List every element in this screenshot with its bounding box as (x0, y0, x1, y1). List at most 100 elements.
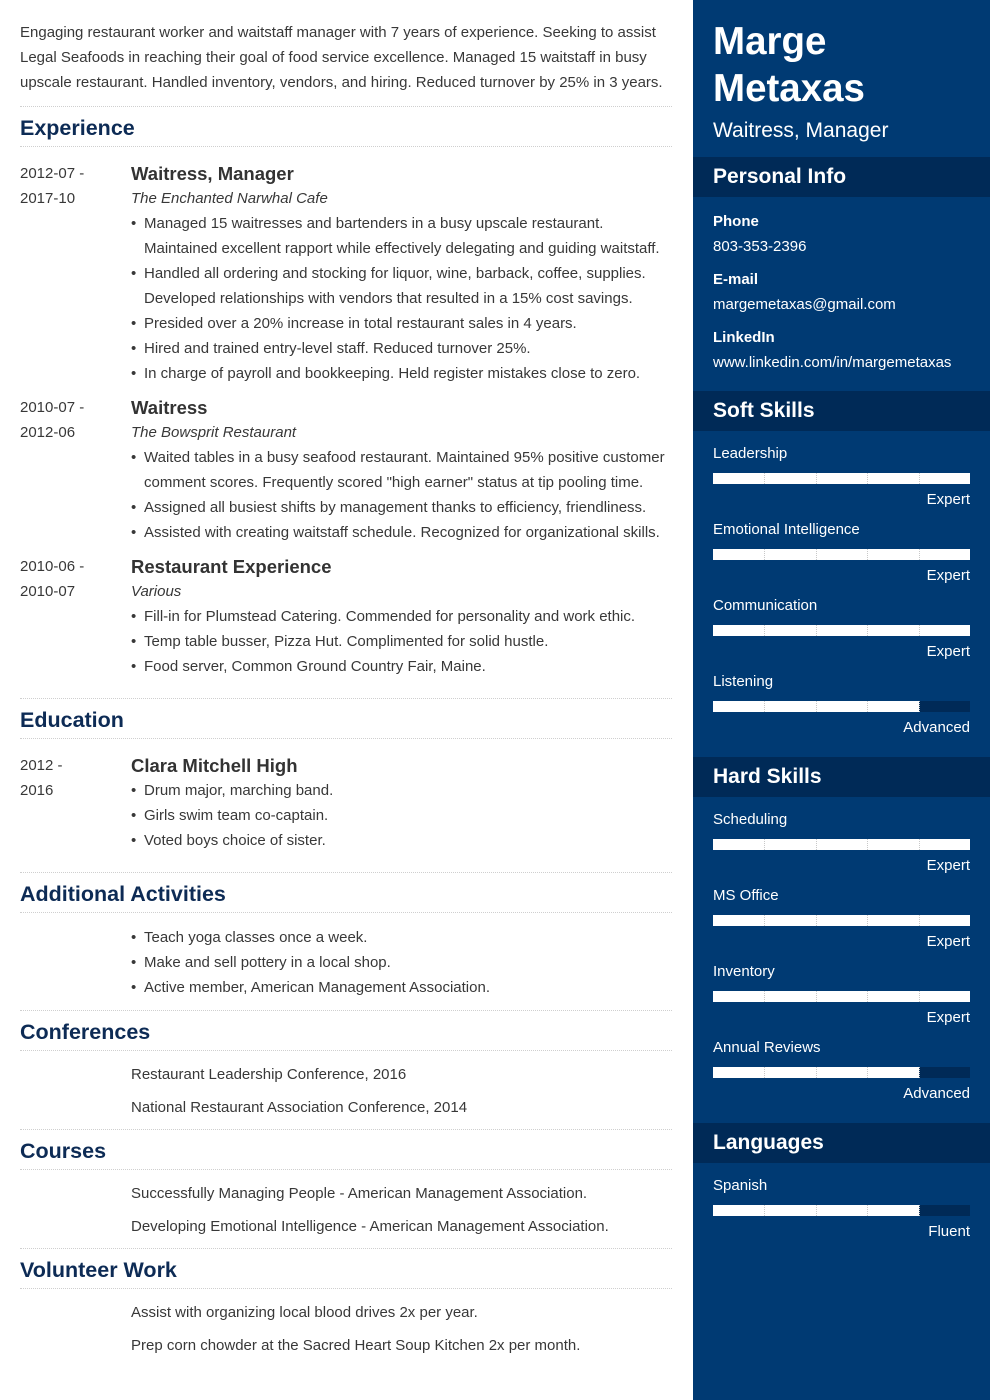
languages-heading: Languages (693, 1123, 990, 1163)
skill-bar-divider (918, 915, 920, 926)
skill-item: Leadership Expert (713, 443, 970, 511)
skill-level-bar (713, 1205, 970, 1216)
email-value[interactable]: margemetaxas@gmail.com (713, 292, 970, 317)
experience-entry: 2012-07 - 2017-10 Waitress, Manager The … (20, 161, 672, 386)
skill-bar-divider (815, 473, 817, 484)
bullet-item: In charge of payroll and bookkeeping. He… (131, 361, 672, 386)
course-item: Developing Emotional Intelligence - Amer… (131, 1218, 609, 1235)
date-end: 2010-07 (20, 583, 76, 600)
volunteer-item: Assist with organizing local blood drive… (131, 1304, 478, 1321)
date-start: 2010-07 - (20, 399, 85, 416)
conferences-heading: Conferences (20, 1011, 672, 1051)
candidate-role: Waitress, Manager (713, 119, 889, 142)
first-name: Marge (713, 20, 827, 63)
skill-item: Scheduling Expert (713, 809, 970, 877)
courses-section: Successfully Managing People - American … (20, 1170, 672, 1249)
skill-bar-divider (764, 701, 766, 712)
skill-level-label: Fluent (928, 1223, 970, 1240)
volunteer-section: Assist with organizing local blood drive… (20, 1289, 672, 1372)
job-bullets: Managed 15 waitresses and bartenders in … (131, 211, 672, 386)
conferences-section: Restaurant Leadership Conference, 2016 N… (20, 1051, 672, 1130)
skill-bar-divider (764, 839, 766, 850)
experience-section: 2012-07 - 2017-10 Waitress, Manager The … (20, 147, 672, 699)
bullet-item: Drum major, marching band. (131, 778, 672, 803)
bullet-item: Fill-in for Plumstead Catering. Commende… (131, 604, 672, 629)
date-start: 2010-06 - (20, 558, 85, 575)
last-name: Metaxas (713, 67, 865, 110)
bullet-item: Food server, Common Ground Country Fair,… (131, 654, 672, 679)
skill-level-bar (713, 625, 970, 636)
skill-bar-divider (764, 549, 766, 560)
volunteer-heading: Volunteer Work (20, 1249, 672, 1289)
bullet-item: Active member, American Management Assoc… (131, 975, 672, 1000)
date-start: 2012 - (20, 757, 63, 774)
skill-bar-divider (815, 839, 817, 850)
employer-name: The Enchanted Narwhal Cafe (131, 190, 328, 207)
skill-level-bar (713, 701, 970, 712)
date-end: 2012-06 (20, 424, 76, 441)
bullet-item: Teach yoga classes once a week. (131, 925, 672, 950)
job-bullets: Waited tables in a busy seafood restaura… (131, 445, 672, 545)
bullet-item: Temp table busser, Pizza Hut. Compliment… (131, 629, 672, 654)
bullet-item: Handled all ordering and stocking for li… (131, 261, 672, 311)
volunteer-item: Prep corn chowder at the Sacred Heart So… (131, 1337, 581, 1354)
main-column: Engaging restaurant worker and waitstaff… (20, 0, 672, 1372)
email-label: E-mail (713, 271, 759, 288)
skill-bar-divider (867, 839, 869, 850)
skill-bar-divider (815, 991, 817, 1002)
skill-level-label: Advanced (903, 719, 970, 736)
personal-info: Phone 803-353-2396 E-mail margemetaxas@g… (693, 197, 990, 391)
skill-level-bar-fill (713, 839, 970, 850)
bullet-item: Assisted with creating waitstaff schedul… (131, 520, 672, 545)
skill-name: Scheduling (713, 811, 788, 828)
skill-bar-divider (918, 991, 920, 1002)
skill-level-label: Expert (926, 643, 970, 660)
linkedin-value[interactable]: www.linkedin.com/in/margemetaxas (713, 350, 970, 375)
phone-value: 803-353-2396 (713, 238, 807, 255)
activities-section: Teach yoga classes once a week. Make and… (20, 913, 672, 1011)
skill-name: Leadership (713, 445, 788, 462)
soft-skills-list: Leadership Expert Emotional Intelligence Ex… (693, 431, 990, 757)
skill-name: Emotional Intelligence (713, 521, 860, 538)
employer-name: The Bowsprit Restaurant (131, 424, 297, 441)
skill-item: Communication Expert (713, 595, 970, 663)
date-start: 2012-07 - (20, 165, 85, 182)
skill-item: Annual Reviews Advanced (713, 1037, 970, 1105)
skill-bar-divider (815, 549, 817, 560)
entry-dates: 2010-06 - 2010-07 (20, 554, 131, 679)
job-title: Restaurant Experience (131, 556, 332, 577)
education-heading: Education (20, 699, 672, 739)
skill-level-bar (713, 549, 970, 560)
skill-bar-divider (764, 991, 766, 1002)
school-name: Clara Mitchell High (131, 755, 298, 776)
experience-heading: Experience (20, 107, 672, 147)
skill-bar-divider (815, 915, 817, 926)
entry-dates: 2010-07 - 2012-06 (20, 395, 131, 545)
skill-bar-divider (764, 625, 766, 636)
skill-level-label: Expert (926, 933, 970, 950)
skill-level-bar-fill (713, 991, 970, 1002)
skill-item: Emotional Intelligence Expert (713, 519, 970, 587)
skill-level-bar (713, 915, 970, 926)
skill-item: Listening Advanced (713, 671, 970, 739)
education-bullets: Drum major, marching band. Girls swim te… (131, 778, 672, 853)
skill-name: Spanish (713, 1177, 768, 1194)
skill-bar-divider (918, 549, 920, 560)
bullet-item: Girls swim team co-captain. (131, 803, 672, 828)
skill-bar-divider (867, 549, 869, 560)
entry-dates: 2012-07 - 2017-10 (20, 161, 131, 386)
skill-bar-divider (764, 915, 766, 926)
bullet-item: Waited tables in a busy seafood restaura… (131, 445, 672, 495)
skill-bar-divider (867, 1067, 869, 1078)
skill-bar-divider (918, 701, 920, 712)
skill-bar-divider (815, 625, 817, 636)
job-title: Waitress (131, 397, 208, 418)
skill-bar-divider (815, 701, 817, 712)
skill-bar-divider (918, 473, 920, 484)
skill-bar-divider (918, 625, 920, 636)
skill-level-bar (713, 473, 970, 484)
bullet-item: Presided over a 20% increase in total re… (131, 311, 672, 336)
skill-bar-divider (867, 625, 869, 636)
skill-bar-divider (764, 473, 766, 484)
skill-level-label: Expert (926, 1009, 970, 1026)
